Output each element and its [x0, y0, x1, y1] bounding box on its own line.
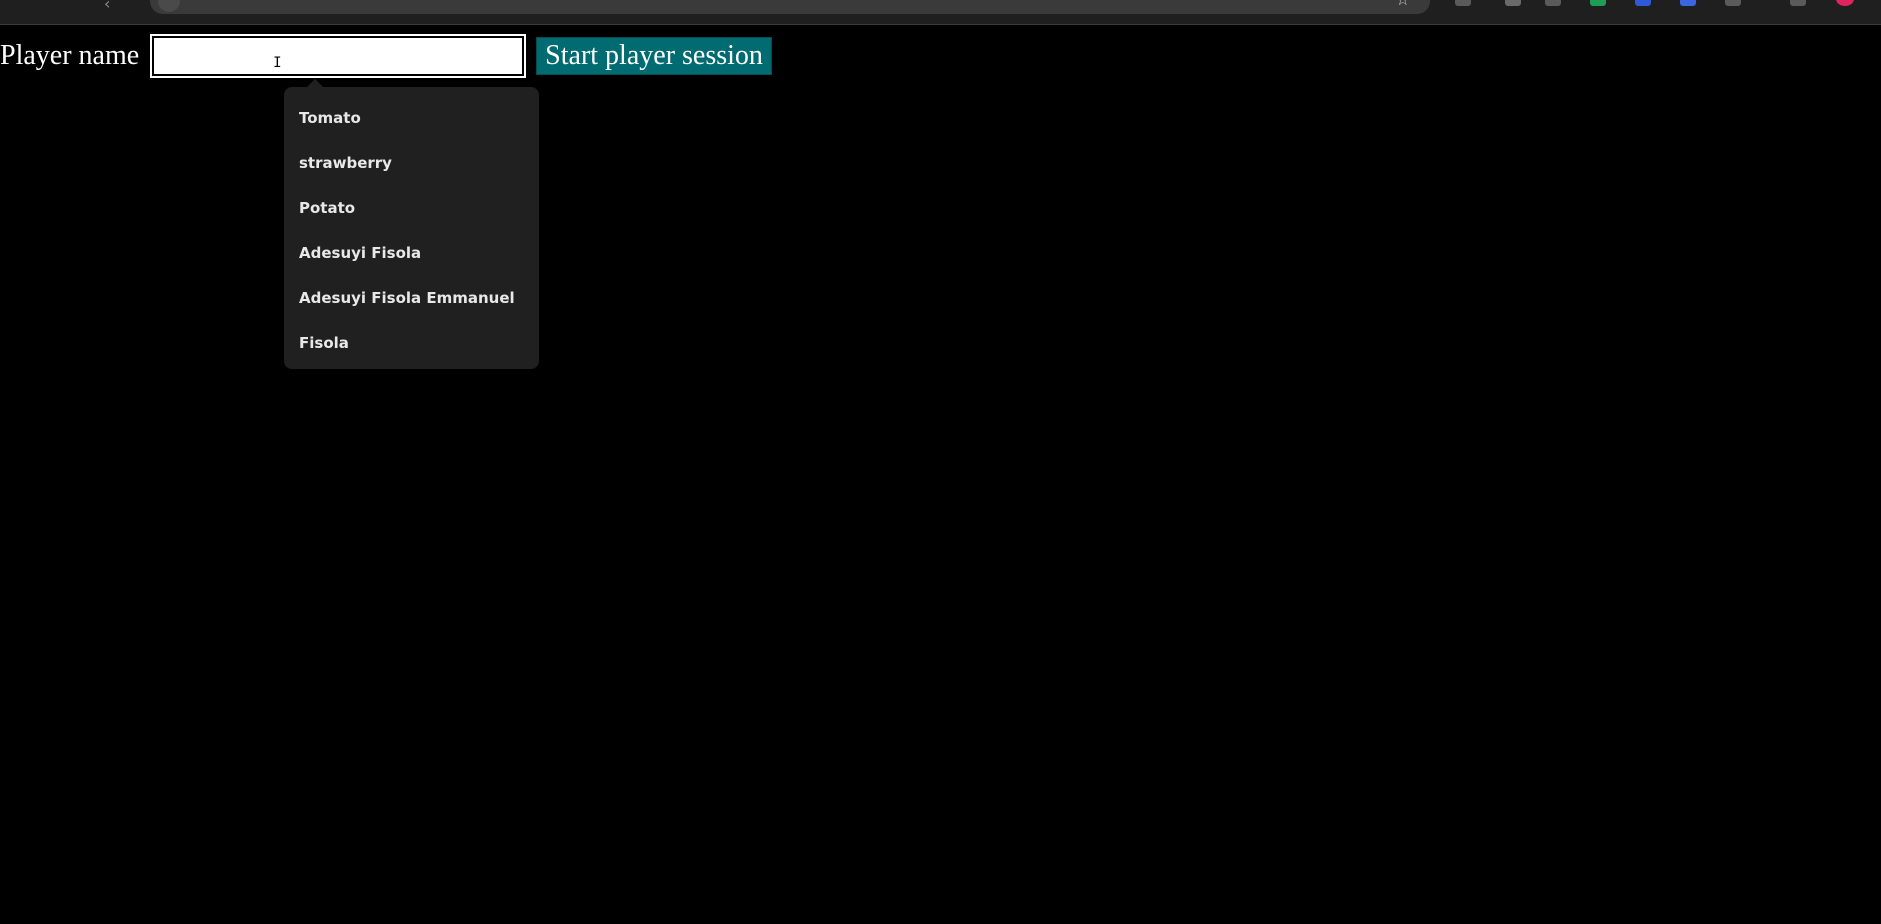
extension-icon[interactable]	[1790, 0, 1806, 6]
extension-icon[interactable]	[1590, 0, 1606, 6]
address-bar[interactable]: ☆	[150, 0, 1430, 14]
suggestion-option[interactable]: Adesuyi Fisola	[284, 231, 539, 276]
extension-icon[interactable]	[1545, 0, 1561, 6]
extension-icon[interactable]	[1505, 0, 1521, 6]
suggestion-option[interactable]: Fisola	[284, 321, 539, 366]
player-session-form: Player name I Start player session	[0, 34, 772, 78]
player-name-suggestions: Tomato strawberry Potato Adesuyi Fisola …	[284, 79, 539, 369]
profile-avatar[interactable]	[1836, 0, 1854, 6]
dropdown-caret	[306, 79, 324, 88]
suggestion-option[interactable]: Adesuyi Fisola Emmanuel	[284, 276, 539, 321]
start-player-session-button[interactable]: Start player session	[536, 37, 772, 75]
player-name-input[interactable]	[150, 34, 527, 78]
extension-icon[interactable]	[1680, 0, 1696, 6]
back-arrow-icon[interactable]: ‹	[104, 0, 110, 13]
player-name-label: Player name	[0, 40, 140, 71]
suggestion-option[interactable]: Tomato	[284, 96, 539, 141]
extension-icon[interactable]	[1635, 0, 1651, 6]
suggestion-option[interactable]: strawberry	[284, 141, 539, 186]
extension-icon[interactable]	[1725, 0, 1741, 6]
extension-icon[interactable]	[1455, 0, 1471, 6]
suggestion-option[interactable]: Potato	[284, 186, 539, 231]
player-name-input-wrapper: I	[150, 34, 527, 78]
site-info-icon[interactable]	[158, 0, 180, 12]
browser-toolbar: ‹ ☆	[0, 0, 1881, 25]
bookmark-star-icon[interactable]: ☆	[1396, 0, 1410, 9]
